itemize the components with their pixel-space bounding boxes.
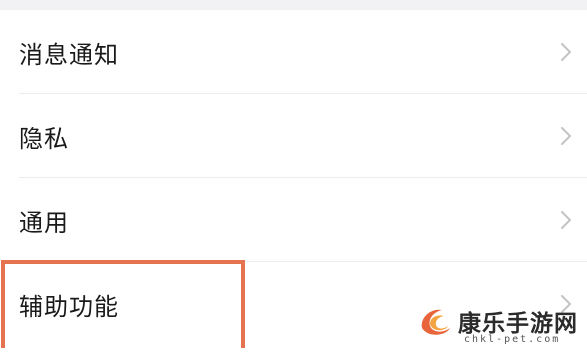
settings-screen: 消息通知 隐私 通用 辅助功能 康乐手游网 chkl-pet.com (0, 0, 587, 352)
chevron-right-icon (561, 43, 571, 61)
settings-item-accessibility[interactable]: 辅助功能 (0, 262, 587, 346)
settings-item-notifications[interactable]: 消息通知 (0, 10, 587, 94)
settings-item-privacy[interactable]: 隐私 (0, 94, 587, 178)
settings-list: 消息通知 隐私 通用 辅助功能 (0, 10, 587, 346)
settings-item-label: 消息通知 (19, 40, 119, 69)
top-separator (0, 0, 587, 10)
chevron-right-icon (561, 211, 571, 229)
settings-item-label: 通用 (19, 208, 69, 237)
chevron-right-icon (561, 295, 571, 313)
settings-item-label: 隐私 (19, 124, 69, 153)
settings-item-general[interactable]: 通用 (0, 178, 587, 262)
settings-item-label: 辅助功能 (19, 292, 119, 321)
chevron-right-icon (561, 127, 571, 145)
